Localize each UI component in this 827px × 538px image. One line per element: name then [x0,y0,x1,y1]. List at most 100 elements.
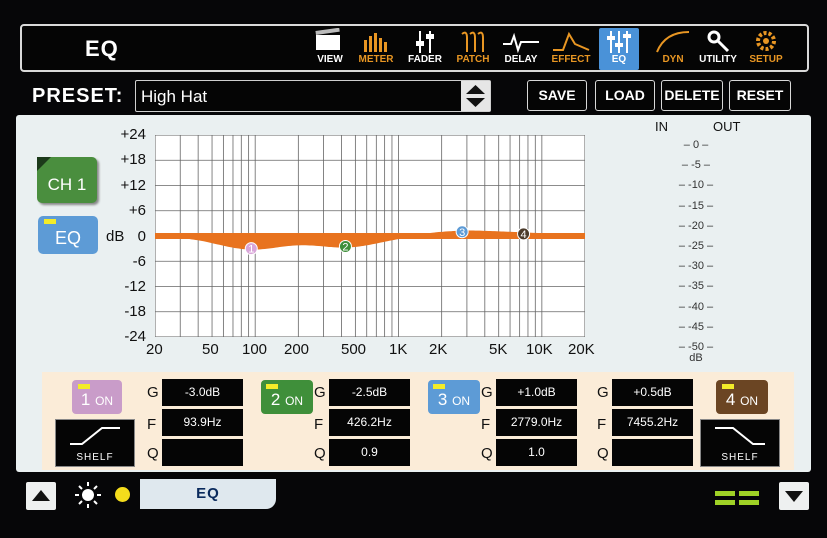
reset-button[interactable]: RESET [729,80,791,111]
x-tick: 20 [146,341,163,358]
band-2-gain[interactable]: -2.5dB [329,379,410,406]
y-tick: +6 [128,202,146,219]
freq-label: F [147,416,157,433]
low-shelf-icon [70,427,120,445]
nav-view[interactable]: VIEW [308,28,352,70]
x-tick: 1K [389,341,408,358]
q-label: Q [314,445,326,462]
meter-scale-tick: – -20 – [678,219,714,232]
delete-button[interactable]: DELETE [661,80,723,111]
view-icon [315,28,340,50]
meter-scale-tick: – -15 – [678,199,714,212]
nav-label: DYN [662,54,684,65]
meter-icon [364,33,387,52]
nav-setup[interactable]: SETUP [744,28,788,70]
q-label: Q [597,445,609,462]
eq-graph[interactable]: 1 2 3 4 [155,135,585,337]
band-number: 2 [270,390,281,409]
nav-label: PATCH [456,54,490,65]
nav-utility[interactable]: UTILITY [696,28,740,70]
band-on-label: ON [452,394,471,408]
band-number: 1 [80,390,91,409]
x-tick: 2K [429,341,448,358]
gain-label: G [314,384,326,401]
nav-label: UTILITY [699,54,737,65]
band-number: 4 [725,390,736,409]
utility-icon [707,30,730,53]
tab-eq[interactable]: EQ [140,479,276,509]
scroll-up-button[interactable] [26,482,56,510]
band-1-gain[interactable]: -3.0dB [162,379,243,406]
y-tick: +18 [120,151,146,168]
x-tick: 5K [489,341,508,358]
band-3-q[interactable]: 1.0 [496,439,577,466]
band-marker-label: 2 [342,242,348,254]
x-tick: 10K [526,341,553,358]
band-3-freq[interactable]: 2779.0Hz [496,409,577,436]
band-on-label: ON [740,394,759,408]
scroll-down-button[interactable] [779,482,809,510]
band-4-freq[interactable]: 7455.2Hz [612,409,693,436]
band-4-led [722,384,734,389]
nav-fader[interactable]: FADER [403,28,447,70]
channel-badge-corner [37,157,51,171]
q-label: Q [147,445,159,462]
up-down-arrow-icon [466,85,485,107]
fader-icon [416,31,434,53]
x-tick: 100 [242,341,268,358]
meter-scale-tick: – -10 – [678,179,714,192]
nav-label: EFFECT [551,54,591,65]
x-tick: 200 [284,341,310,358]
save-button[interactable]: SAVE [527,80,587,111]
band-marker-label: 4 [521,229,527,241]
meter-scale-tick: – 0 – [683,139,709,151]
meter-unit: dB [689,352,703,364]
q-label: Q [481,445,493,462]
band-on-label: ON [95,394,114,408]
nav-dyn[interactable]: DYN [651,28,695,70]
band-number: 3 [437,390,448,409]
gain-label: G [481,384,493,401]
shelf-label: SHELF [76,452,114,463]
x-tick: 20K [568,341,595,358]
band-2-freq[interactable]: 426.2Hz [329,409,410,436]
band-1-q[interactable] [162,439,243,466]
preset-label: PRESET: [32,85,124,107]
band-3-gain[interactable]: +1.0dB [496,379,577,406]
patch-icon [461,31,484,52]
band-2-q[interactable]: 0.9 [329,439,410,466]
gain-label: G [597,384,609,401]
nav-delay[interactable]: DELAY [499,28,543,70]
x-tick: 500 [341,341,367,358]
nav-label: EQ [611,54,627,65]
freq-label: F [314,416,324,433]
band-1-shelf-button[interactable]: SHELF [55,419,135,467]
brightness-icon[interactable] [73,480,103,510]
band-1-led [78,384,90,389]
band-2-led [266,384,278,389]
load-button[interactable]: LOAD [595,80,655,111]
nav-label: FADER [408,54,442,65]
band-1-freq[interactable]: 93.9Hz [162,409,243,436]
meter-scale-tick: – -25 – [678,240,714,252]
band-4-q[interactable] [612,439,693,466]
y-tick: -12 [124,278,146,295]
nav-patch[interactable]: PATCH [451,28,495,70]
status-indicator-dot [115,487,130,502]
band-marker-label: 3 [459,227,465,239]
band-4-shelf-button[interactable]: SHELF [700,419,780,467]
meter-scale-tick: – -35 – [678,280,714,293]
nav-meter[interactable]: METER [354,28,398,70]
dyn-icon [656,31,690,53]
band-3-led [433,384,445,389]
nav-effect[interactable]: EFFECT [549,28,593,70]
freq-label: F [597,416,607,433]
preset-spinner[interactable] [461,81,490,111]
meter-scale-tick: – -5 – [681,159,711,172]
delay-icon [503,32,539,54]
nav-eq[interactable]: EQ [599,28,639,70]
page-title: EQ [85,36,119,61]
y-tick: -24 [124,328,146,345]
band-4-gain[interactable]: +0.5dB [612,379,693,406]
effect-icon [553,31,590,51]
